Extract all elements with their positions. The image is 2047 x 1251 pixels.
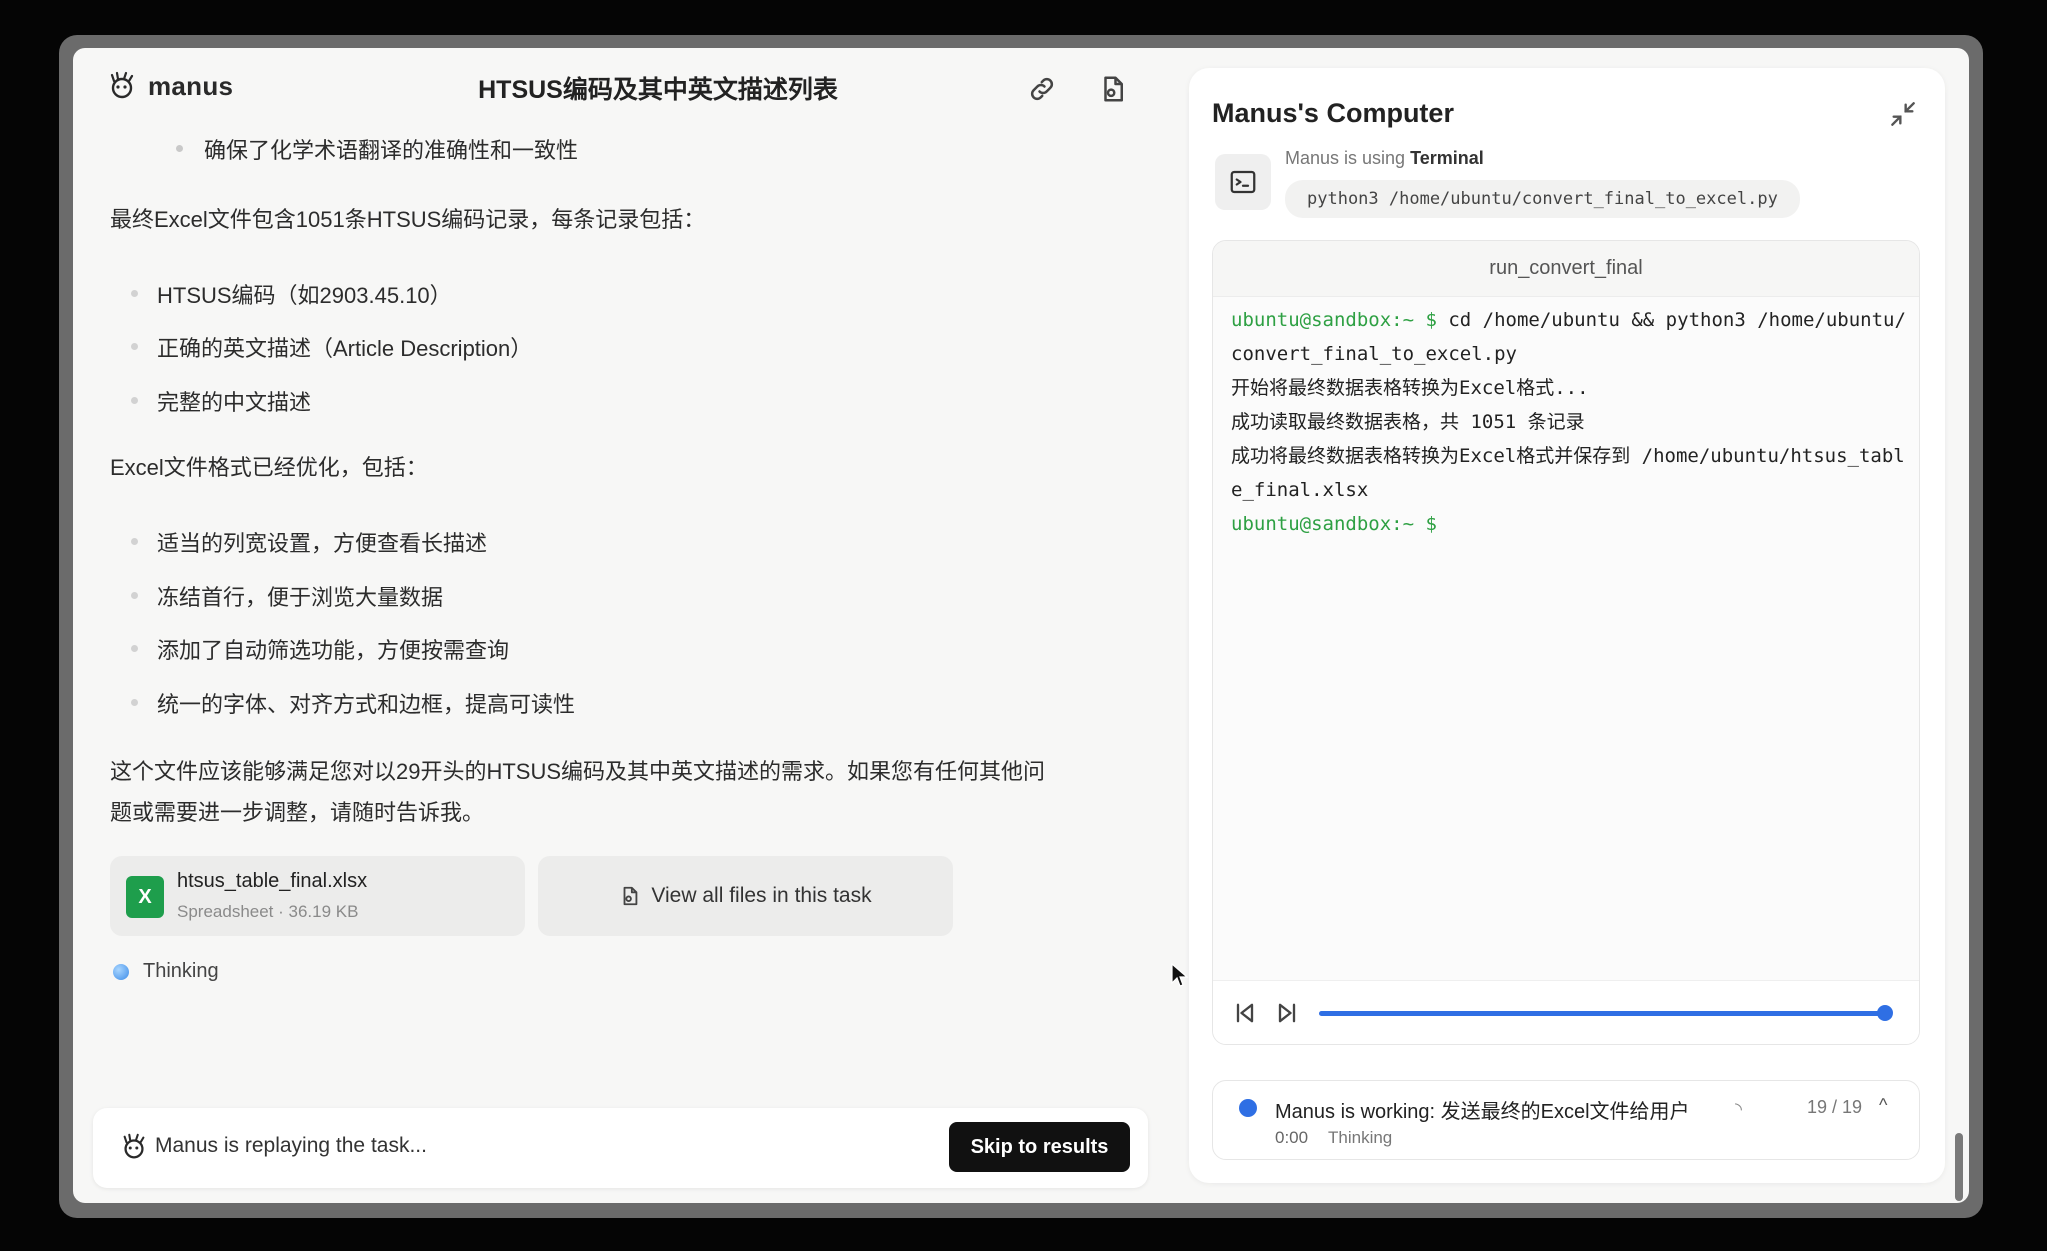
skip-to-results-button[interactable]: Skip to results [949,1122,1130,1172]
step-forward-icon[interactable] [1273,999,1301,1027]
task-status-card[interactable]: Manus is working: 发送最终的Excel文件给用户 ◝ 19 /… [1212,1080,1920,1160]
collapse-icon[interactable] [1887,98,1919,130]
files-button[interactable] [1094,70,1132,108]
view-all-files-button[interactable]: View all files in this task [538,856,953,936]
thinking-indicator: Thinking [113,960,219,983]
tool-usage-label: Manus is using Terminal [1285,148,1484,169]
file-name: htsus_table_final.xlsx [177,870,368,892]
chat-topbar: manus HTSUS编码及其中英文描述列表 [73,48,1163,128]
manus-app: manus HTSUS编码及其中英文描述列表 确保了化学术语翻译的准确性和一致性… [73,48,1969,1203]
format-item: 统一的字体、对齐方式和边框，提高可读性 [130,687,575,719]
status-text: Manus is working: 发送最终的Excel文件给用户 [1275,1101,1690,1123]
progress-fill [1319,1011,1885,1016]
terminal-line: 成功将最终数据表格转换为Excel格式并保存到 /home/ubuntu/hts… [1231,445,1905,501]
command-pill: python3 /home/ubuntu/convert_final_to_ex… [1285,180,1800,218]
terminal-prompt: ubuntu@sandbox:~ $ [1231,513,1437,535]
format-item: 适当的列宽设置，方便查看长描述 [130,526,487,558]
format-item: 冻结首行，便于浏览大量数据 [130,580,443,612]
logo[interactable]: manus [106,70,233,102]
window-scrollbar[interactable] [1955,1133,1963,1201]
status-time: 0:00 [1275,1128,1309,1147]
terminal-icon [1230,170,1256,194]
progress-knob[interactable] [1877,1005,1893,1021]
terminal-prompt: ubuntu@sandbox:~ $ [1231,309,1437,331]
thinking-dot-icon [113,963,129,980]
terminal-line: ubuntu@sandbox:~ $ cd /home/ubuntu && py… [1231,303,1907,371]
thinking-label: Thinking [143,960,219,982]
replay-bar: Manus is replaying the task... Skip to r… [93,1108,1148,1188]
tool-name: Terminal [1410,148,1484,168]
status-dot-icon [1239,1099,1257,1117]
chevron-up-icon[interactable]: ^ [1879,1095,1887,1116]
closing-paragraph-line1: 这个文件应该能够满足您对以29开头的HTSUS编码及其中英文描述的需求。如果您有… [110,759,1046,784]
sub-bullet-item: 确保了化学术语翻译的准确性和一致性 [175,133,578,165]
closing-paragraph-line2: 题或需要进一步调整，请随时告诉我。 [110,800,485,825]
terminal-title: run_convert_final [1213,241,1919,297]
chat-pane: manus HTSUS编码及其中英文描述列表 确保了化学术语翻译的准确性和一致性… [73,48,1163,1203]
step-counter: 19 / 19 [1807,1097,1863,1117]
terminal-line: 开始将最终数据表格转换为Excel格式... [1231,377,1589,399]
terminal-output: ubuntu@sandbox:~ $ cd /home/ubuntu && py… [1231,303,1907,541]
files-icon [623,886,638,906]
terminal-tool-badge [1215,154,1271,210]
format-paragraph: Excel文件格式已经优化，包括： [110,455,428,480]
format-item: 添加了自动筛选功能，方便按需查询 [130,633,509,665]
skip-back-icon[interactable] [1231,999,1259,1027]
replay-player [1213,980,1919,1044]
record-item: HTSUS编码（如2903.45.10） [131,278,452,310]
replay-status-text: Manus is replaying the task... [155,1134,427,1157]
progress-slider[interactable] [1319,1005,1893,1021]
file-attachment-card[interactable]: X htsus_table_final.xlsx Spreadsheet · 3… [110,856,525,936]
status-subtext: Thinking [1328,1128,1393,1147]
summary-paragraph: 最终Excel文件包含1051条HTSUS编码记录，每条记录包括： [110,207,706,232]
record-item: 正确的英文描述（Article Description） [130,331,532,363]
manus-logo-icon [123,1133,145,1159]
terminal-line: ubuntu@sandbox:~ $ [1231,507,1907,541]
spinner-icon: ◝ [1735,1099,1742,1119]
manus-logo-icon [110,71,134,99]
computer-panel-title: Manus's Computer [1212,98,1454,128]
files-icon [1104,76,1123,102]
computer-panel: Manus's Computer Manus is using Terminal… [1189,68,1945,1183]
link-icon [1030,77,1054,101]
record-item: 完整的中文描述 [130,385,311,417]
terminal-window[interactable]: run_convert_final ubuntu@sandbox:~ $ cd … [1212,240,1920,1045]
mouse-cursor-icon [1171,963,1189,987]
file-meta: Spreadsheet · 36.19 KB [177,902,359,921]
logo-text: manus [148,70,234,101]
view-all-files-label: View all files in this task [651,884,872,907]
share-link-button[interactable] [1023,70,1061,108]
excel-file-icon: X [126,876,164,918]
tool-usage-prefix: Manus is using [1285,148,1411,168]
terminal-line: 成功读取最终数据表格，共 1051 条记录 [1231,411,1585,433]
page-title: HTSUS编码及其中英文描述列表 [478,76,838,104]
